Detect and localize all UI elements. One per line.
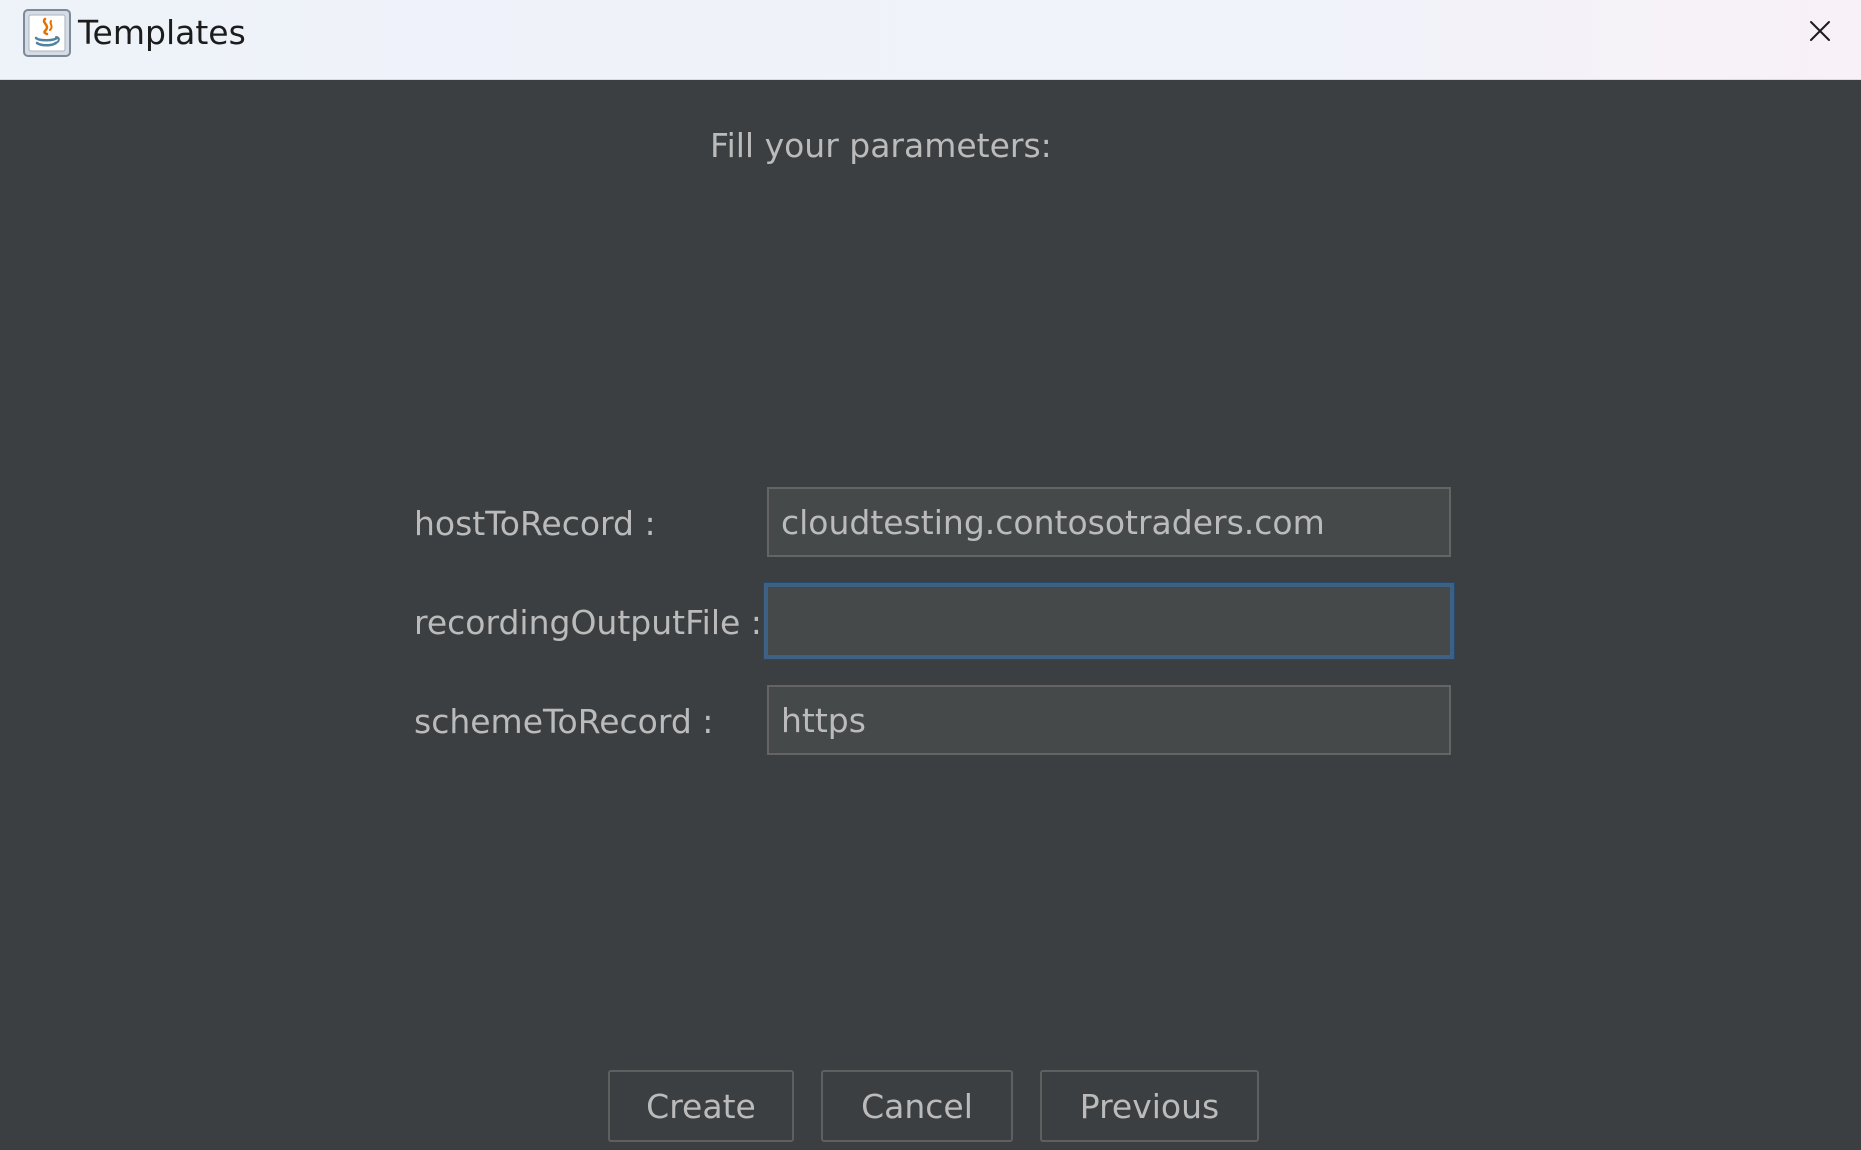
previous-button[interactable]: Previous xyxy=(1040,1070,1259,1142)
create-button[interactable]: Create xyxy=(608,1070,794,1142)
recording-output-file-label: recordingOutputFile : xyxy=(414,603,762,642)
scheme-to-record-label: schemeToRecord : xyxy=(414,702,714,741)
java-app-icon xyxy=(23,9,71,57)
host-to-record-label: hostToRecord : xyxy=(414,504,656,543)
window-title: Templates xyxy=(78,13,246,52)
close-button[interactable] xyxy=(1779,0,1861,62)
cancel-button[interactable]: Cancel xyxy=(821,1070,1013,1142)
title-bar: Templates xyxy=(0,0,1861,80)
dialog-content: Fill your parameters: hostToRecord : rec… xyxy=(0,80,1861,1150)
scheme-to-record-input[interactable] xyxy=(767,685,1451,755)
form-heading: Fill your parameters: xyxy=(710,126,1052,165)
recording-output-file-input[interactable] xyxy=(764,583,1454,659)
templates-dialog: Templates Fill your parameters: hostToRe… xyxy=(0,0,1861,1150)
host-to-record-input[interactable] xyxy=(767,487,1451,557)
close-icon xyxy=(1810,21,1830,41)
